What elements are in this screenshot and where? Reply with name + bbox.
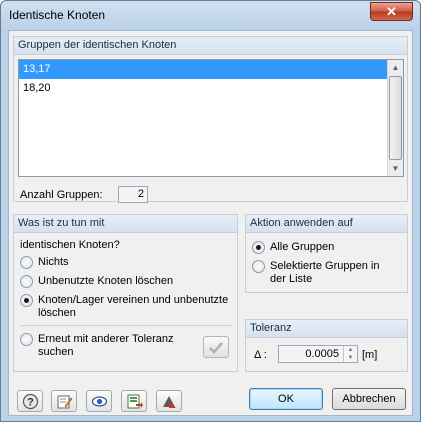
groups-panel-heading: Gruppen der identischen Knoten (14, 37, 407, 55)
action-panel-subheading: identischen Knoten? (20, 239, 120, 251)
cancel-button[interactable]: Abbrechen (332, 388, 406, 410)
list-item[interactable]: 13,17 (19, 60, 403, 79)
radio-button[interactable] (252, 260, 265, 273)
checkmark-icon (209, 342, 223, 354)
help-button[interactable]: ? (17, 390, 43, 412)
edit-icon (57, 395, 73, 409)
vertical-scrollbar[interactable]: ▲ ▼ (387, 60, 403, 176)
action-panel-heading: Was ist zu tun mit (14, 215, 237, 233)
close-button[interactable]: ✕ (370, 2, 413, 21)
radio-all-groups[interactable]: Alle Gruppen (252, 241, 334, 254)
radio-delete-unused[interactable]: Unbenutzte Knoten löschen (20, 275, 173, 288)
apply-panel-heading: Aktion anwenden auf (246, 215, 407, 233)
help-icon: ? (22, 393, 39, 410)
radio-label: Nichts (38, 256, 69, 268)
tolerance-panel: Toleranz Δ : 0.0005 ▲ ▼ [m] (245, 319, 408, 372)
close-icon: ✕ (386, 4, 397, 19)
radio-button[interactable] (20, 256, 33, 269)
radio-button[interactable] (20, 333, 33, 346)
divider (20, 325, 232, 326)
list-item[interactable]: 18,20 (19, 79, 403, 98)
ok-button[interactable]: OK (249, 388, 323, 410)
excel-export-icon (127, 394, 143, 409)
radio-selected-groups[interactable]: Selektierte Gruppen in der Liste (252, 260, 397, 286)
dialog-body: Gruppen der identischen Knoten 13,17 18,… (8, 30, 413, 416)
edit-button[interactable] (51, 390, 77, 412)
tolerance-symbol: Δ : (254, 349, 267, 361)
group-count-field: 2 (118, 186, 148, 203)
eye-icon (91, 396, 108, 407)
action-panel: Was ist zu tun mit identischen Knoten? N… (13, 214, 238, 372)
radio-label: Erneut mit anderer Toleranz suchen (38, 333, 174, 358)
group-count-label: Anzahl Gruppen: (20, 189, 103, 201)
dialog-window: Identische Knoten ✕ Gruppen der identisc… (0, 0, 421, 422)
radio-button[interactable] (252, 241, 265, 254)
units-button[interactable] (156, 390, 182, 412)
radio-button[interactable] (20, 275, 33, 288)
apply-panel: Aktion anwenden auf Alle Gruppen Selekti… (245, 214, 408, 293)
scroll-up-icon[interactable]: ▲ (388, 60, 403, 75)
radio-label: Knoten/Lager vereinen und unbenutzte lös… (38, 294, 229, 319)
tolerance-unit: [m] (362, 349, 378, 361)
scroll-thumb[interactable] (389, 76, 402, 160)
groups-list[interactable]: 13,17 18,20 ▲ ▼ (18, 59, 404, 177)
scroll-down-icon[interactable]: ▼ (388, 161, 403, 176)
groups-panel: Gruppen der identischen Knoten 13,17 18,… (13, 36, 408, 203)
radio-label: Alle Gruppen (270, 241, 335, 253)
radio-nothing[interactable]: Nichts (20, 256, 69, 269)
window-title: Identische Knoten (9, 8, 106, 22)
radio-label: Selektierte Gruppen in der Liste (270, 260, 380, 285)
title-bar[interactable]: Identische Knoten ✕ (1, 1, 420, 29)
radio-label: Unbenutzte Knoten löschen (38, 275, 174, 287)
tolerance-panel-heading: Toleranz (246, 320, 407, 338)
units-icon (163, 396, 176, 408)
spin-up-icon[interactable]: ▲ (344, 346, 357, 354)
radio-merge-delete[interactable]: Knoten/Lager vereinen und unbenutzte lös… (20, 294, 232, 320)
view-button[interactable] (86, 390, 112, 412)
radio-button[interactable] (20, 294, 33, 307)
tolerance-value[interactable]: 0.0005 (305, 348, 339, 360)
tolerance-spinner[interactable]: 0.0005 ▲ ▼ (278, 345, 358, 363)
spinner-buttons[interactable]: ▲ ▼ (343, 346, 357, 362)
apply-retry-button[interactable] (203, 336, 229, 358)
svg-text:?: ? (27, 397, 34, 409)
export-button[interactable] (121, 390, 147, 412)
radio-retry-tolerance[interactable]: Erneut mit anderer Toleranz suchen (20, 333, 190, 359)
spin-down-icon[interactable]: ▼ (344, 354, 357, 362)
